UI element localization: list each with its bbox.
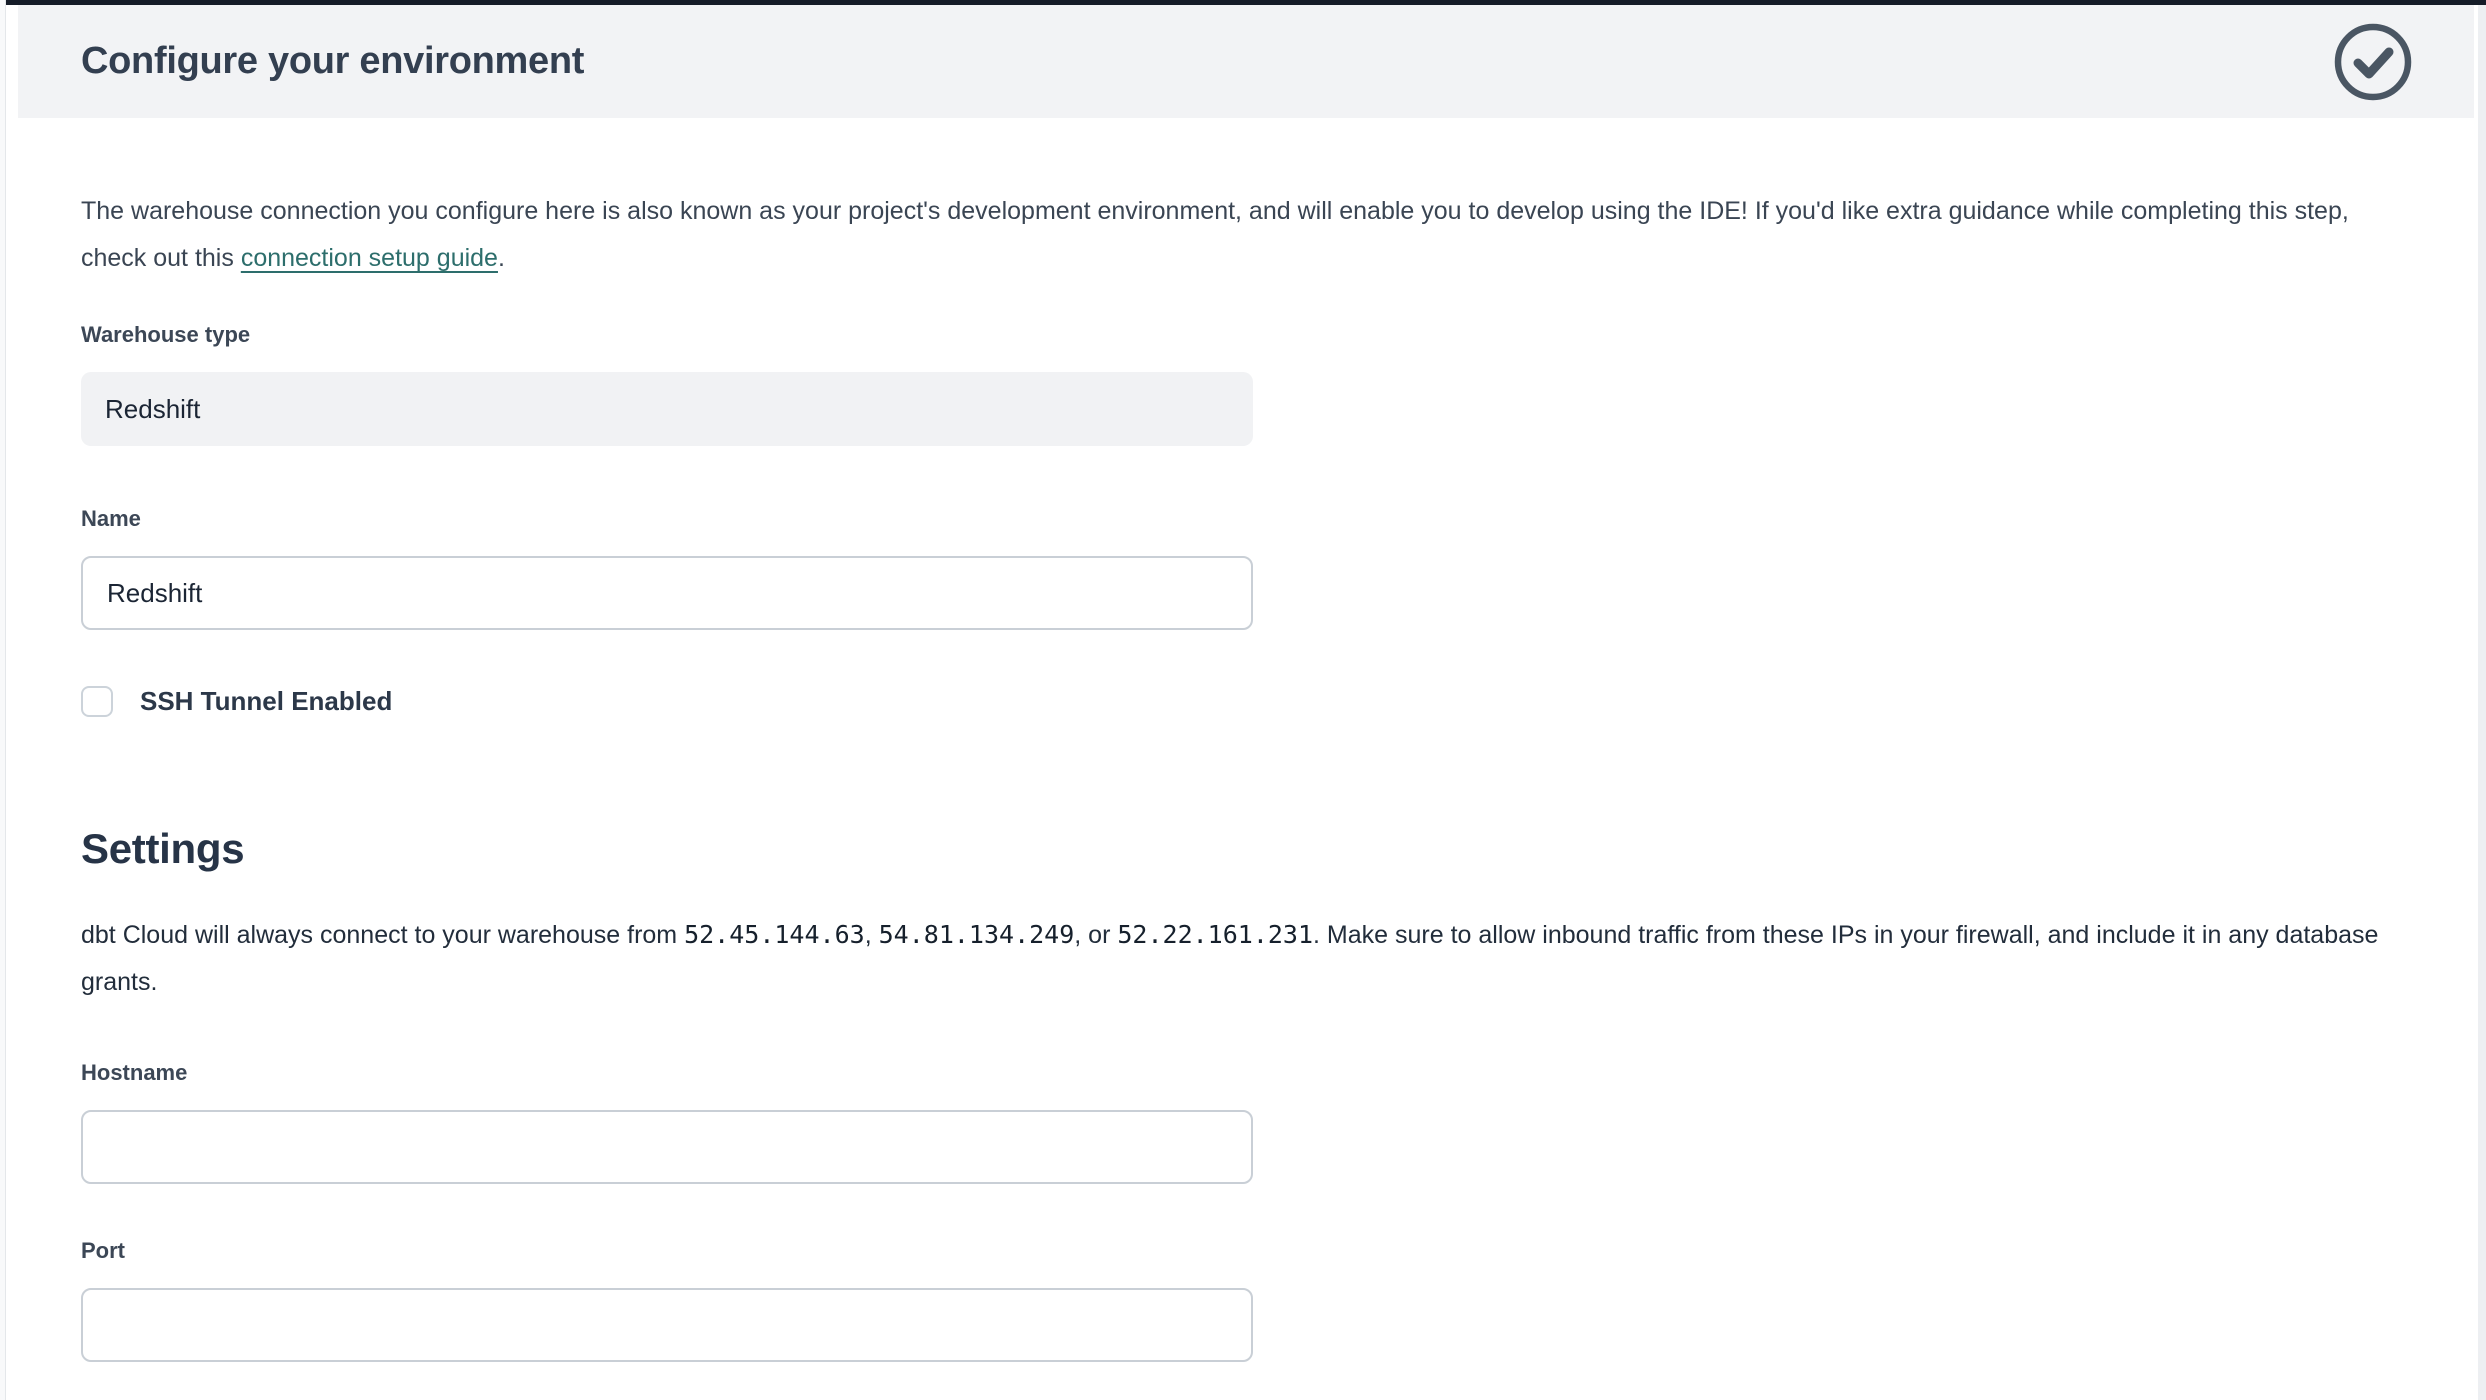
hostname-input[interactable] [81,1110,1253,1184]
ip-address-1: 52.45.144.63 [684,920,865,949]
port-label: Port [81,1240,2411,1262]
name-label: Name [81,508,2411,530]
settings-description: dbt Cloud will always connect to your wa… [81,911,2411,1006]
port-input[interactable] [81,1288,1253,1362]
warehouse-type-field [81,372,1253,446]
page-title: Configure your environment [81,40,584,83]
collapsed-sidebar-edge [0,0,6,1400]
settings-heading: Settings [81,825,2411,873]
name-input[interactable] [81,556,1253,630]
page-scrollbar[interactable] [2478,5,2486,1400]
intro-text-after-link: . [498,244,505,272]
ssh-tunnel-label[interactable]: SSH Tunnel Enabled [140,686,392,717]
settings-desc-text: dbt Cloud will always connect to your wa… [81,921,684,949]
connection-setup-guide-link[interactable]: connection setup guide [241,244,498,272]
ip-address-2: 54.81.134.249 [879,920,1075,949]
ssh-tunnel-row: SSH Tunnel Enabled [81,686,2411,717]
intro-paragraph: The warehouse connection you configure h… [81,188,2411,282]
settings-desc-sep2: , or [1074,921,1117,949]
card-body: The warehouse connection you configure h… [18,188,2474,1362]
hostname-label: Hostname [81,1062,2411,1084]
ip-address-3: 52.22.161.231 [1117,920,1313,949]
card-header: Configure your environment [18,5,2474,118]
configure-environment-card: Configure your environment The warehouse… [18,5,2474,1362]
ssh-tunnel-checkbox[interactable] [81,686,113,717]
settings-desc-sep1: , [865,921,879,949]
check-circle-icon [2333,22,2413,102]
warehouse-type-label: Warehouse type [81,324,2411,346]
